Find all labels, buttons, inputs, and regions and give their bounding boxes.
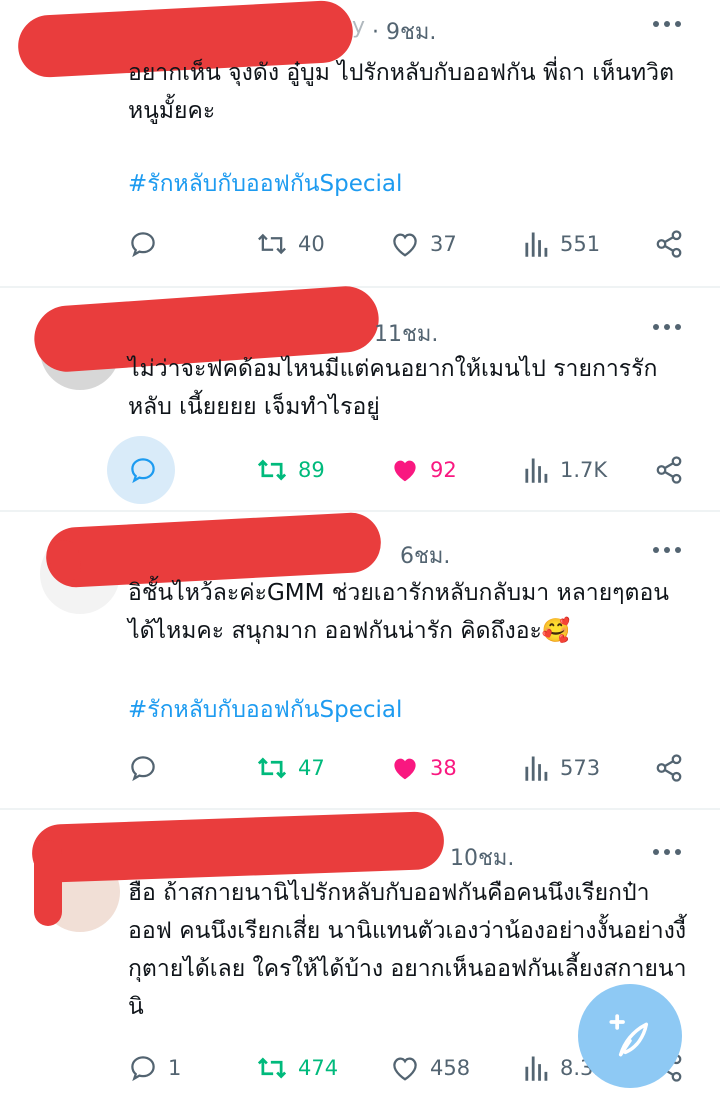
retweet-icon xyxy=(257,757,287,779)
tweet-divider xyxy=(0,510,720,512)
retweet-count: 40 xyxy=(298,232,325,256)
reply-button[interactable] xyxy=(128,219,158,269)
more-icon[interactable] xyxy=(652,20,682,28)
views-icon xyxy=(525,756,548,781)
views-icon xyxy=(525,232,548,257)
views-button[interactable]: 573 xyxy=(524,743,600,793)
tweet-text: อยากเห็น จุงดัง อู๋บูม ไปรักหลับกับออฟกั… xyxy=(128,60,675,124)
reply-button[interactable] xyxy=(128,743,158,793)
redaction-mark xyxy=(34,840,62,926)
tweet-time: · 9ชม. xyxy=(372,20,437,45)
retweet-count: 47 xyxy=(298,756,325,780)
reply-icon xyxy=(131,756,155,782)
like-count: 458 xyxy=(430,1056,471,1080)
like-button[interactable]: 38 xyxy=(390,743,457,793)
more-icon[interactable] xyxy=(652,848,682,856)
tweet-actions: 40 37 551 xyxy=(0,219,720,269)
views-count: 573 xyxy=(560,756,601,780)
tweet-time: 6ชม. xyxy=(400,544,451,569)
reply-count: 1 xyxy=(168,1056,182,1080)
like-count: 37 xyxy=(430,232,457,256)
retweet-icon xyxy=(257,1057,287,1079)
reply-icon xyxy=(131,232,155,258)
tweet-text: ไม่ว่าจะฟคด้อมไหนมีแต่คนอยากให้เมนไป ราย… xyxy=(128,356,658,420)
compose-button[interactable] xyxy=(578,984,682,1088)
share-button[interactable] xyxy=(654,743,684,793)
views-button[interactable]: 551 xyxy=(524,219,600,269)
share-icon xyxy=(656,754,682,782)
more-icon[interactable] xyxy=(652,546,682,554)
retweet-count: 89 xyxy=(298,458,325,482)
reply-icon xyxy=(131,1056,155,1082)
like-icon xyxy=(394,460,416,482)
reply-button[interactable] xyxy=(128,445,158,495)
tweet-hashtag[interactable]: #รักหลับกับออฟกันSpecial xyxy=(128,166,402,202)
like-button[interactable]: 37 xyxy=(390,219,457,269)
redaction-mark xyxy=(31,810,445,884)
retweet-count: 474 xyxy=(298,1056,339,1080)
like-icon xyxy=(393,1057,417,1081)
share-button[interactable] xyxy=(654,445,684,495)
more-icon[interactable] xyxy=(652,323,682,331)
reply-icon xyxy=(131,458,155,484)
like-icon xyxy=(394,758,416,780)
tweet-hashtag[interactable]: #รักหลับกับออฟกันSpecial xyxy=(128,692,402,728)
tweet-time: 10ชม. xyxy=(450,846,515,871)
retweet-button[interactable]: 474 xyxy=(256,1043,338,1093)
share-icon xyxy=(656,230,682,258)
views-count: 551 xyxy=(560,232,601,256)
like-button[interactable]: 92 xyxy=(390,445,457,495)
share-button[interactable] xyxy=(654,219,684,269)
retweet-icon xyxy=(258,233,286,255)
retweet-button[interactable]: 89 xyxy=(256,445,325,495)
like-count: 38 xyxy=(430,756,457,780)
like-button[interactable]: 458 xyxy=(390,1043,470,1093)
retweet-button[interactable]: 47 xyxy=(256,743,325,793)
tweet-actions: 47 38 573 xyxy=(0,743,720,793)
reply-button[interactable]: 1 xyxy=(128,1043,181,1093)
share-icon xyxy=(656,456,682,484)
compose-icon xyxy=(609,1014,649,1057)
like-count: 92 xyxy=(430,458,457,482)
like-icon xyxy=(393,233,417,257)
retweet-icon xyxy=(257,459,287,481)
tweet-handle: y xyxy=(352,14,366,39)
tweet-divider xyxy=(0,808,720,810)
tweet-time: 11ชม. xyxy=(374,322,439,347)
tweet-actions: 89 92 1.7K xyxy=(0,445,720,495)
views-icon xyxy=(525,1056,548,1081)
views-icon xyxy=(525,458,548,483)
views-count: 1.7K xyxy=(560,458,608,482)
tweet-divider xyxy=(0,286,720,288)
views-button[interactable]: 1.7K xyxy=(524,445,607,495)
tweet-text: อิชั้นไหว้ละค่ะGMM ช่วยเอารักหลับกลับมา … xyxy=(128,580,670,644)
retweet-button[interactable]: 40 xyxy=(256,219,325,269)
